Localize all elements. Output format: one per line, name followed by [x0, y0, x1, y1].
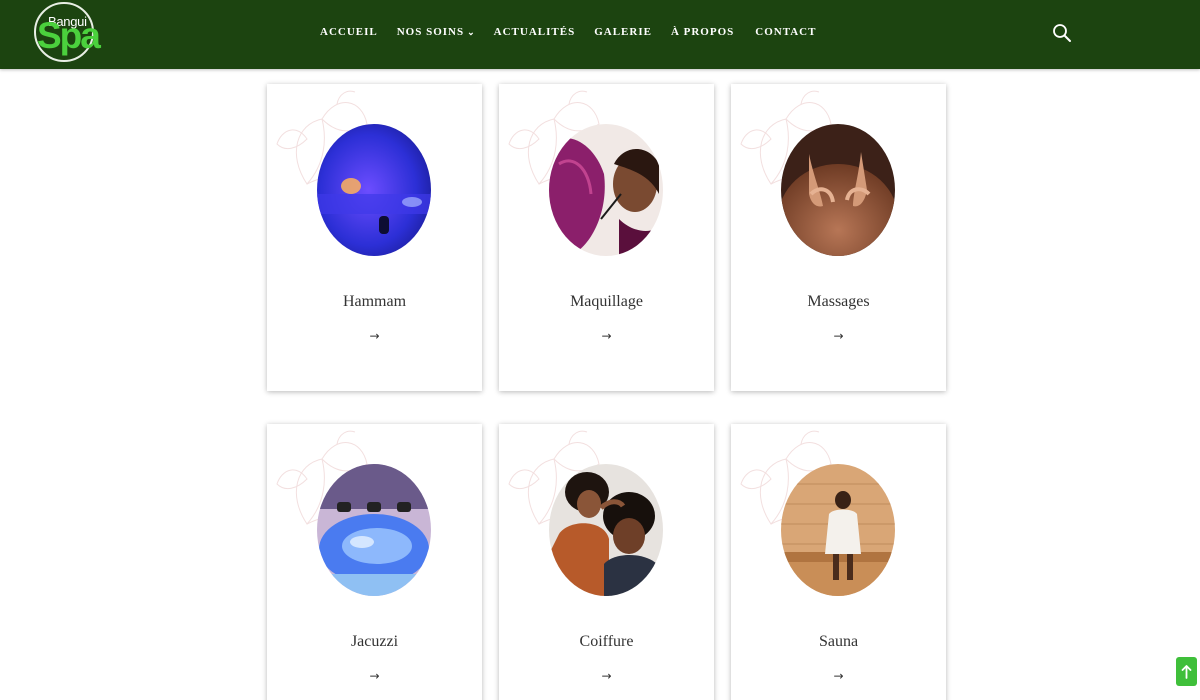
arrow-right-icon[interactable]: → [731, 669, 946, 683]
scroll-to-top-button[interactable] [1176, 657, 1197, 686]
chevron-down-icon: ⌄ [467, 26, 476, 37]
service-title: Hammam [342, 293, 407, 310]
nav-label: GALERIE [594, 26, 652, 38]
arrow-right-icon[interactable]: → [267, 329, 482, 343]
nav-galerie[interactable]: GALERIE [594, 26, 652, 38]
massages-photo [781, 124, 895, 256]
nav-actualites[interactable]: ACTUALITÉS [494, 26, 576, 38]
logo[interactable]: Bangui Spa [34, 2, 101, 62]
nav-contact[interactable]: CONTACT [755, 26, 816, 38]
service-card-hammam[interactable]: Hammam → [267, 84, 482, 391]
arrow-up-icon [1181, 664, 1192, 679]
logo-main-text: Spa [37, 15, 101, 56]
service-title: Coiffure [579, 633, 634, 650]
nav-nos-soins[interactable]: NOS SOINS ⌄ [397, 26, 476, 38]
nav-label: ACCUEIL [320, 26, 378, 38]
service-card-sauna[interactable]: Sauna → [731, 424, 946, 700]
nav-label: ACTUALITÉS [493, 26, 576, 38]
search-icon[interactable] [1052, 23, 1072, 43]
nav-label: CONTACT [755, 26, 817, 38]
nav-label: À PROPOS [670, 26, 735, 38]
nav-a-propos[interactable]: À PROPOS [671, 26, 734, 38]
arrow-right-icon[interactable]: → [499, 669, 714, 683]
jacuzzi-photo [317, 464, 431, 596]
service-title: Sauna [818, 633, 859, 650]
nav-accueil[interactable]: ACCUEIL [320, 26, 378, 38]
service-title: Massages [807, 293, 870, 310]
arrow-right-icon[interactable]: → [267, 669, 482, 683]
site-header: Bangui Spa ACCUEIL NOS SOINS ⌄ ACTUALITÉ… [0, 0, 1200, 69]
nav-label: NOS SOINS [396, 26, 465, 38]
service-card-jacuzzi[interactable]: Jacuzzi → [267, 424, 482, 700]
service-card-maquillage[interactable]: Maquillage → [499, 84, 714, 391]
arrow-right-icon[interactable]: → [499, 329, 714, 343]
sauna-photo [781, 464, 895, 596]
hammam-photo [317, 124, 431, 256]
main-nav: ACCUEIL NOS SOINS ⌄ ACTUALITÉS GALERIE À… [320, 26, 816, 38]
service-title: Jacuzzi [350, 633, 399, 650]
maquillage-photo [549, 124, 663, 256]
arrow-right-icon[interactable]: → [731, 329, 946, 343]
service-title: Maquillage [570, 293, 643, 310]
service-card-coiffure[interactable]: Coiffure → [499, 424, 714, 700]
service-card-massages[interactable]: Massages → [731, 84, 946, 391]
coiffure-photo [549, 464, 663, 596]
